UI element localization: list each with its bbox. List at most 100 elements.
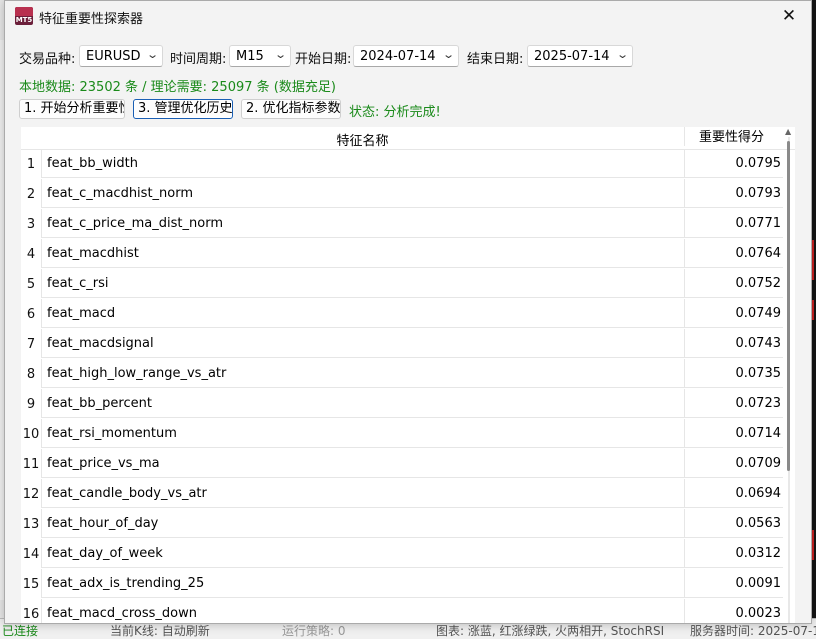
importance-score-cell[interactable]: 0.0793	[684, 179, 783, 208]
feature-name-cell[interactable]: feat_price_vs_ma	[41, 449, 684, 478]
column-header-feature-name[interactable]: 特征名称	[41, 130, 684, 149]
feature-name-cell[interactable]: feat_c_rsi	[41, 269, 684, 298]
importance-score-cell[interactable]: 0.0749	[684, 299, 783, 328]
importance-score-cell[interactable]: 0.0743	[684, 329, 783, 358]
table-row[interactable]: 12 feat_candle_body_vs_atr 0.0694	[21, 479, 783, 509]
connection-status: 已连接	[2, 624, 39, 638]
feature-name-cell[interactable]: feat_high_low_range_vs_atr	[41, 359, 684, 388]
row-index: 8	[26, 367, 36, 382]
table-row[interactable]: 7 feat_macdsignal 0.0743	[21, 329, 783, 359]
feature-name-cell[interactable]: feat_macd_cross_down	[41, 599, 684, 623]
importance-score-cell[interactable]: 0.0771	[684, 209, 783, 238]
column-header-importance[interactable]: 重要性得分	[684, 127, 778, 146]
status-text: 状态: 分析完成!	[349, 105, 441, 120]
scroll-thumb[interactable]	[787, 141, 790, 471]
feature-name-cell[interactable]: feat_bb_width	[41, 149, 684, 178]
importance-score-cell[interactable]: 0.0091	[684, 569, 783, 598]
row-index: 6	[26, 307, 36, 322]
close-button[interactable]: ✕	[767, 1, 811, 33]
table-row[interactable]: 14 feat_day_of_week 0.0312	[21, 539, 783, 569]
row-index: 1	[26, 157, 36, 172]
importance-score-cell[interactable]: 0.0563	[684, 509, 783, 538]
close-icon: ✕	[781, 6, 797, 26]
table-row[interactable]: 2 feat_c_macdhist_norm 0.0793	[21, 179, 783, 209]
strategy-count: 运行策略: 0	[282, 624, 346, 638]
chart-info: 图表: 涨蓝, 红涨绿跌, 火两相开, StochRSI	[436, 624, 665, 638]
feature-name-cell[interactable]: feat_hour_of_day	[41, 509, 684, 538]
optimize-params-button[interactable]: 2. 优化指标参数...	[241, 99, 341, 119]
feature-importance-table: 特征名称 重要性得分 1 feat_bb_width 0.0795 2 feat_c_m…	[21, 127, 795, 623]
importance-score-cell[interactable]: 0.0764	[684, 239, 783, 268]
row-index: 14	[22, 547, 40, 562]
table-row[interactable]: 11 feat_price_vs_ma 0.0709	[21, 449, 783, 479]
table-row[interactable]: 4 feat_macdhist 0.0764	[21, 239, 783, 269]
feature-name-cell[interactable]: feat_rsi_momentum	[41, 419, 684, 448]
row-index: 15	[22, 577, 40, 592]
title-bar[interactable]: MT5 特征重要性探索器 ✕	[5, 1, 811, 33]
importance-score-cell[interactable]: 0.0752	[684, 269, 783, 298]
chevron-down-icon: ⌄	[615, 48, 629, 61]
feature-importance-dialog: MT5 特征重要性探索器 ✕ 交易品种: EURUSD ⌄ 时间周期: M15 …	[4, 0, 812, 624]
row-index: 9	[26, 397, 36, 412]
mt5-app-icon: MT5	[15, 7, 33, 25]
importance-score-cell[interactable]: 0.0312	[684, 539, 783, 568]
feature-name-cell[interactable]: feat_c_macdhist_norm	[41, 179, 684, 208]
table-row[interactable]: 1 feat_bb_width 0.0795	[21, 149, 783, 179]
table-row[interactable]: 5 feat_c_rsi 0.0752	[21, 269, 783, 299]
importance-score-cell[interactable]: 0.0723	[684, 389, 783, 418]
table-body: 1 feat_bb_width 0.0795 2 feat_c_macdhist_nor…	[21, 149, 783, 623]
manage-history-button[interactable]: 3. 管理优化历史...	[133, 99, 233, 119]
symbol-label: 交易品种:	[19, 52, 76, 67]
importance-score-cell[interactable]: 0.0023	[684, 599, 783, 623]
table-row[interactable]: 13 feat_hour_of_day 0.0563	[21, 509, 783, 539]
feature-name-cell[interactable]: feat_macdsignal	[41, 329, 684, 358]
table-header: 特征名称 重要性得分	[21, 127, 795, 150]
row-index: 10	[22, 427, 40, 442]
chevron-down-icon: ⌄	[273, 48, 287, 61]
row-index: 7	[26, 337, 36, 352]
period-select[interactable]: M15 ⌄	[229, 45, 291, 67]
importance-score-cell[interactable]: 0.0694	[684, 479, 783, 508]
row-index: 2	[26, 187, 36, 202]
row-index: 16	[22, 607, 40, 622]
table-row[interactable]: 15 feat_adx_is_trending_25 0.0091	[21, 569, 783, 599]
symbol-value: EURUSD	[86, 49, 141, 64]
period-label: 时间周期:	[170, 52, 227, 67]
feature-name-cell[interactable]: feat_bb_percent	[41, 389, 684, 418]
data-summary: 本地数据: 23502 条 / 理论需要: 25097 条 (数据充足)	[19, 80, 336, 95]
table-row[interactable]: 9 feat_bb_percent 0.0723	[21, 389, 783, 419]
row-index: 3	[26, 217, 36, 232]
dialog-title: 特征重要性探索器	[39, 12, 144, 27]
start-date-picker[interactable]: 2024-07-14 ⌄	[353, 45, 459, 67]
table-row[interactable]: 10 feat_rsi_momentum 0.0714	[21, 419, 783, 449]
importance-score-cell[interactable]: 0.0795	[684, 149, 783, 178]
vertical-scrollbar[interactable]: ▲	[785, 127, 793, 623]
importance-score-cell[interactable]: 0.0714	[684, 419, 783, 448]
start-date-value: 2024-07-14	[360, 49, 436, 64]
table-row[interactable]: 6 feat_macd 0.0749	[21, 299, 783, 329]
period-value: M15	[236, 49, 264, 64]
start-date-label: 开始日期:	[295, 52, 352, 67]
server-time: 服务器时间: 2025-07-1	[690, 624, 816, 638]
feature-name-cell[interactable]: feat_macd	[41, 299, 684, 328]
bar-refresh-status: 当前K线: 自动刷新	[110, 624, 210, 638]
end-date-picker[interactable]: 2025-07-14 ⌄	[527, 45, 633, 67]
table-row[interactable]: 8 feat_high_low_range_vs_atr 0.0735	[21, 359, 783, 389]
row-index: 11	[22, 457, 40, 472]
importance-score-cell[interactable]: 0.0709	[684, 449, 783, 478]
feature-name-cell[interactable]: feat_macdhist	[41, 239, 684, 268]
table-row[interactable]: 3 feat_c_price_ma_dist_norm 0.0771	[21, 209, 783, 239]
row-index: 5	[26, 277, 36, 292]
symbol-select[interactable]: EURUSD ⌄	[79, 45, 163, 67]
feature-name-cell[interactable]: feat_c_price_ma_dist_norm	[41, 209, 684, 238]
feature-name-cell[interactable]: feat_day_of_week	[41, 539, 684, 568]
scroll-up-icon[interactable]: ▲	[785, 127, 791, 136]
row-index: 12	[22, 487, 40, 502]
importance-score-cell[interactable]: 0.0735	[684, 359, 783, 388]
feature-name-cell[interactable]: feat_adx_is_trending_25	[41, 569, 684, 598]
end-date-value: 2025-07-14	[534, 49, 610, 64]
analyze-importance-button[interactable]: 1. 开始分析重要性	[19, 99, 125, 119]
table-row[interactable]: 16 feat_macd_cross_down 0.0023	[21, 599, 783, 623]
feature-name-cell[interactable]: feat_candle_body_vs_atr	[41, 479, 684, 508]
row-index: 13	[22, 517, 40, 532]
